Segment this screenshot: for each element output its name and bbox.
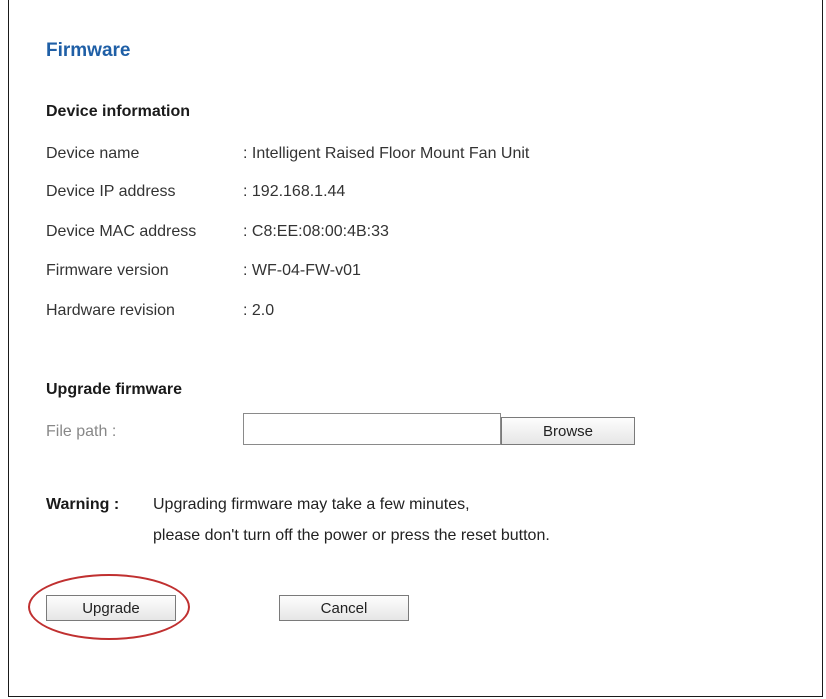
- device-ip-value: : 192.168.1.44: [243, 183, 346, 200]
- device-name-value: : Intelligent Raised Floor Mount Fan Uni…: [243, 145, 530, 162]
- device-ip-label: Device IP address: [46, 183, 176, 200]
- browse-button[interactable]: Browse: [501, 417, 635, 445]
- device-mac-value: : C8:EE:08:00:4B:33: [243, 223, 389, 240]
- upgrade-firmware-heading: Upgrade firmware: [46, 381, 183, 398]
- cancel-button[interactable]: Cancel: [279, 595, 409, 621]
- hardware-revision-value: : 2.0: [243, 302, 275, 319]
- firmware-version-label: Firmware version: [46, 262, 169, 279]
- file-path-input[interactable]: [243, 413, 501, 445]
- hardware-revision-label: Hardware revision: [46, 302, 175, 319]
- warning-text-line-2: please don't turn off the power or press…: [153, 527, 550, 544]
- device-mac-label: Device MAC address: [46, 223, 197, 240]
- page-title: Firmware: [46, 40, 131, 61]
- warning-label: Warning :: [46, 496, 120, 513]
- upgrade-button[interactable]: Upgrade: [46, 595, 176, 621]
- device-name-label: Device name: [46, 145, 140, 162]
- file-path-label: File path :: [46, 423, 117, 440]
- firmware-version-value: : WF-04-FW-v01: [243, 262, 361, 279]
- warning-text-line-1: Upgrading firmware may take a few minute…: [153, 496, 470, 513]
- device-info-heading: Device information: [46, 103, 191, 120]
